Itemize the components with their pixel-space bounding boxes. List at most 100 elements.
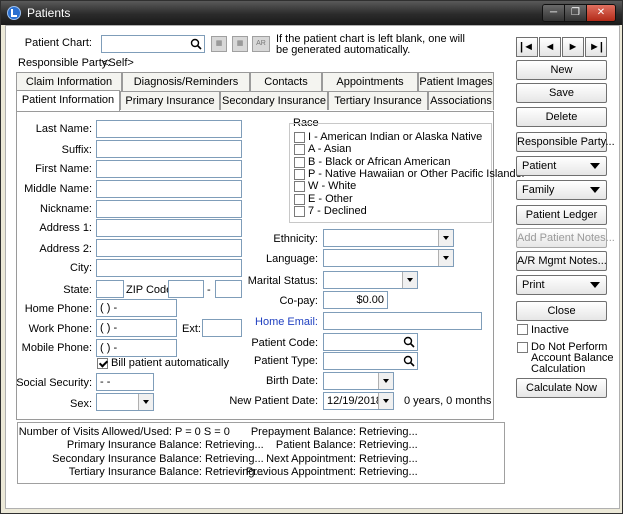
close-button[interactable]: Close [516,301,607,321]
race-checkbox[interactable] [294,169,305,180]
app-icon [7,6,21,20]
patient-ledger-button[interactable]: Patient Ledger [516,205,607,225]
sex-select[interactable] [96,393,154,411]
language-select[interactable] [323,249,454,267]
marital-status-select[interactable] [323,271,418,289]
restore-button[interactable]: ❐ [565,5,587,21]
ethnicity-select[interactable] [323,229,454,247]
work-phone-input[interactable]: ( ) - [96,319,177,337]
home-email-link[interactable]: Home Email: [216,316,318,328]
save-button[interactable]: Save [516,83,607,103]
chevron-down-icon[interactable] [402,272,417,288]
delete-button[interactable]: Delete [516,107,607,127]
search-icon[interactable] [403,355,415,367]
race-checkbox[interactable] [294,144,305,155]
race-option: B - Black or African American [308,156,451,168]
first-name-label: First Name: [35,163,92,175]
prepayment-label: Prepayment Balance: [250,426,356,438]
chart-lookup-icon[interactable]: ▦ [211,36,227,52]
tab-patient-information[interactable]: Patient Information [16,90,120,111]
tab-secondary-insurance[interactable]: Secondary Insurance [220,91,328,110]
middle-name-label: Middle Name: [24,183,92,195]
close-window-button[interactable]: ✕ [587,5,615,21]
print-menu-button[interactable]: Print [516,275,607,295]
race-option: P - Native Hawaiian or Other Pacific Isl… [308,168,526,180]
ssn-input[interactable]: - - [96,373,154,391]
tab-patient-images[interactable]: Patient Images [418,72,494,91]
minimize-button[interactable]: ─ [543,5,565,21]
home-phone-input[interactable]: ( ) - [96,299,177,317]
race-option: E - Other [308,193,353,205]
tab-appointments[interactable]: Appointments [322,72,418,91]
responsible-party-button[interactable]: Responsible Party... [516,132,615,152]
chevron-down-icon[interactable] [378,373,393,389]
chevron-down-icon[interactable] [138,394,153,410]
previous-appointment-value: Retrieving... [359,466,418,478]
new-patient-date-input[interactable]: 12/19/2018 [323,392,394,410]
home-email-input[interactable] [323,312,482,330]
main-content: Patient Chart: ▦ ▦ AR If the patient cha… [5,25,620,509]
family-menu-button[interactable]: Family [516,180,607,200]
add-patient-notes-button[interactable]: Add Patient Notes... [516,228,615,248]
race-checkbox[interactable] [294,194,305,205]
race-checkbox[interactable] [294,206,305,217]
patients-window: Patients ─ ❐ ✕ Patient Chart: ▦ ▦ AR If … [0,0,623,514]
search-icon[interactable] [190,38,202,50]
inactive-checkbox[interactable] [517,324,528,335]
copay-input[interactable]: $0.00 [323,291,388,309]
no-balance-calc-checkbox[interactable] [517,342,528,353]
bill-patient-label: Bill patient automatically [111,357,230,369]
calculate-now-button[interactable]: Calculate Now [516,378,607,398]
home-phone-label: Home Phone: [24,303,92,315]
tab-tertiary-insurance[interactable]: Tertiary Insurance [328,91,428,110]
tab-contacts[interactable]: Contacts [250,72,322,91]
mobile-phone-input[interactable]: ( ) - [96,339,177,357]
patient-menu-button[interactable]: Patient [516,156,607,176]
race-checkbox[interactable] [294,157,305,168]
patient-chart-label: Patient Chart: [24,37,92,49]
chart-history-icon[interactable]: ▦ [232,36,248,52]
previous-record-button[interactable]: ◄ [539,37,561,57]
zip-separator: - [207,284,211,296]
race-checkbox[interactable] [294,181,305,192]
ext-label: Ext: [182,323,201,335]
state-label: State: [63,284,92,296]
ar-icon[interactable]: AR [252,36,270,52]
ar-mgmt-notes-button[interactable]: A/R Mgmt Notes... [516,251,607,271]
work-phone-label: Work Phone: [28,323,92,335]
tab-associations[interactable]: Associations [428,91,494,110]
patient-code-input[interactable] [323,333,418,351]
race-option: 7 - Declined [308,205,367,217]
first-record-button[interactable]: |◄ [516,37,538,57]
ethnicity-label: Ethnicity: [273,233,318,245]
primary-balance-label: Primary Insurance Balance: [66,439,202,451]
search-icon[interactable] [403,336,415,348]
middle-name-input[interactable] [96,180,242,198]
chevron-down-icon[interactable] [438,250,453,266]
new-button[interactable]: New [516,60,607,80]
mobile-phone-label: Mobile Phone: [21,342,92,354]
first-name-input[interactable] [96,160,242,178]
race-checkbox[interactable] [294,132,305,143]
chevron-down-icon[interactable] [378,393,393,409]
chart-hint-line2: be generated automatically. [276,44,411,56]
suffix-label: Suffix: [61,144,92,156]
bill-patient-checkbox[interactable] [97,358,108,369]
birth-date-input[interactable] [323,372,394,390]
patient-type-input[interactable] [323,352,418,370]
tab-claim-information[interactable]: Claim Information [16,72,122,91]
patient-chart-input[interactable] [101,35,205,53]
tab-primary-insurance[interactable]: Primary Insurance [120,91,220,110]
birth-date-label: Birth Date: [266,375,318,387]
next-record-button[interactable]: ► [562,37,584,57]
state-input[interactable] [96,280,124,298]
last-name-input[interactable] [96,120,242,138]
tab-diagnosis-reminders[interactable]: Diagnosis/Reminders [122,72,250,91]
patient-balance-label: Patient Balance: [275,439,356,451]
nickname-input[interactable] [96,200,242,218]
chevron-down-icon[interactable] [438,230,453,246]
suffix-input[interactable] [96,140,242,158]
tertiary-balance-label: Tertiary Insurance Balance: [68,466,202,478]
zip-input[interactable] [168,280,204,298]
last-record-button[interactable]: ►| [585,37,607,57]
